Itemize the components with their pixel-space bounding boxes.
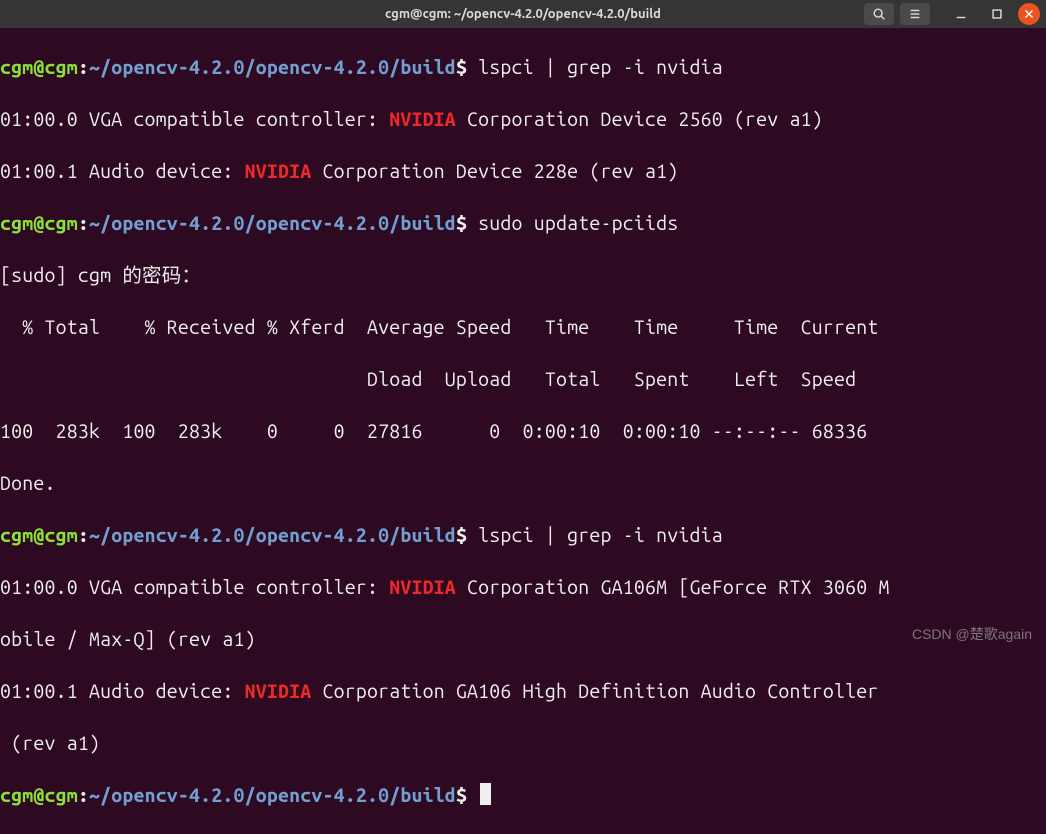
output-line: 01:00.0 VGA compatible controller: NVIDI… [0,574,1046,600]
menu-button[interactable] [900,3,930,25]
window-title: cgm@cgm: ~/opencv-4.2.0/opencv-4.2.0/bui… [385,1,661,27]
match-highlight: NVIDIA [245,680,312,702]
match-highlight: NVIDIA [389,576,456,598]
output-line: (rev a1) [0,730,1046,756]
minimize-button[interactable] [946,3,976,25]
output-line: [sudo] cgm 的密码： [0,262,1046,288]
terminal-output[interactable]: cgm@cgm:~/opencv-4.2.0/opencv-4.2.0/buil… [0,28,1046,834]
maximize-button[interactable] [982,3,1012,25]
prompt-colon: : [78,56,89,78]
output-line: 01:00.0 VGA compatible controller: NVIDI… [0,106,1046,132]
prompt-sigil: $ [456,56,467,78]
prompt-path: ~/opencv-4.2.0/opencv-4.2.0/build [89,56,456,78]
output-line: Dload Upload Total Spent Left Speed [0,366,1046,392]
output-line: 100 283k 100 283k 0 0 27816 0 0:00:10 0:… [0,418,1046,444]
terminal-cursor [480,783,491,805]
output-line: 01:00.1 Audio device: NVIDIA Corporation… [0,678,1046,704]
match-highlight: NVIDIA [389,108,456,130]
search-button[interactable] [864,3,894,25]
output-line: 01:00.1 Audio device: NVIDIA Corporation… [0,158,1046,184]
hamburger-icon [908,7,922,21]
close-icon [1022,7,1036,21]
command-text: lspci | grep -i nvidia [467,524,723,546]
maximize-icon [990,7,1004,21]
prompt-line: cgm@cgm:~/opencv-4.2.0/opencv-4.2.0/buil… [0,210,1046,236]
prompt-userhost: cgm@cgm [0,56,78,78]
command-text: sudo update-pciids [467,212,678,234]
titlebar-controls [864,3,1040,25]
output-line: Done. [0,470,1046,496]
match-highlight: NVIDIA [245,160,312,182]
window-titlebar: cgm@cgm: ~/opencv-4.2.0/opencv-4.2.0/bui… [0,0,1046,28]
prompt-line: cgm@cgm:~/opencv-4.2.0/opencv-4.2.0/buil… [0,54,1046,80]
search-icon [872,7,886,21]
output-line: obile / Max-Q] (rev a1) [0,626,1046,652]
prompt-line: cgm@cgm:~/opencv-4.2.0/opencv-4.2.0/buil… [0,522,1046,548]
watermark: CSDN @楚歌again [912,621,1032,647]
output-line: % Total % Received % Xferd Average Speed… [0,314,1046,340]
minimize-icon [954,7,968,21]
command-text: lspci | grep -i nvidia [467,56,723,78]
prompt-line: cgm@cgm:~/opencv-4.2.0/opencv-4.2.0/buil… [0,782,1046,808]
close-button[interactable] [1018,3,1040,25]
